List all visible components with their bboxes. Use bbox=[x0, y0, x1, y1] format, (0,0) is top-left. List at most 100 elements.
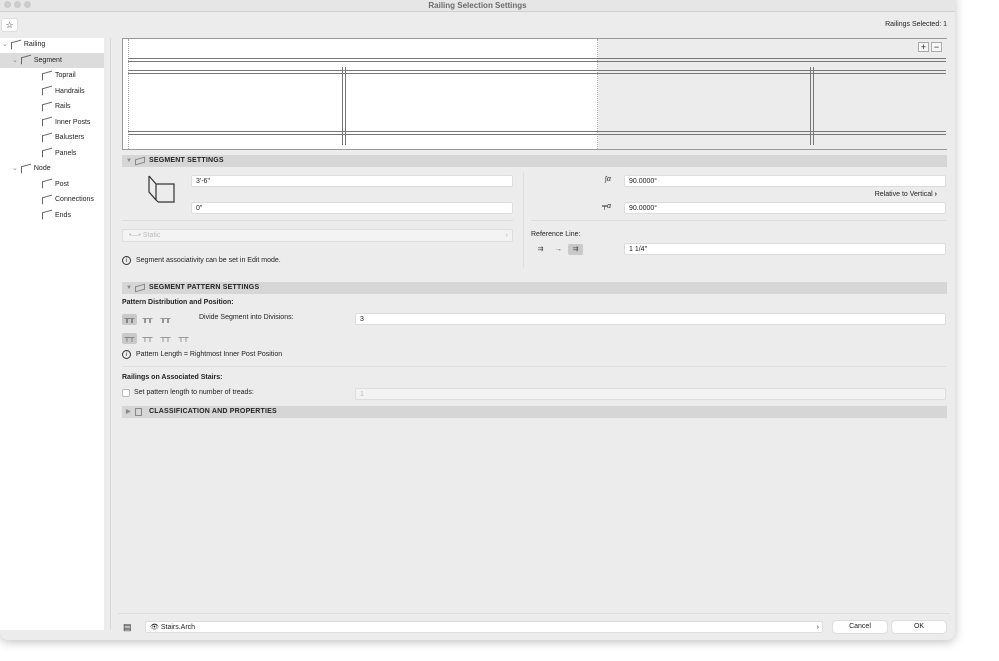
railings-selected-count: Railings Selected: 1 bbox=[885, 21, 947, 28]
stairs-label: Railings on Associated Stairs: bbox=[122, 374, 223, 381]
tree-item-segment[interactable]: ⌄ Segment bbox=[0, 52, 104, 68]
window-title: Railing Selection Settings bbox=[428, 1, 527, 10]
layer-select[interactable]: 👁 Stairs.Arch › bbox=[145, 621, 823, 633]
reference-line-right-button[interactable]: ⇉ bbox=[568, 244, 583, 255]
tree-item-label: Handrails bbox=[55, 87, 85, 95]
chevron-down-icon[interactable]: ⌄ bbox=[12, 165, 18, 172]
post-angle-icon: ╤α bbox=[602, 203, 611, 210]
divisions-input[interactable]: 3 bbox=[355, 313, 946, 325]
classification-header[interactable]: ▶ CLASSIFICATION AND PROPERTIES bbox=[122, 406, 947, 418]
tree-item-label: Railing bbox=[23, 41, 46, 48]
railing-preview[interactable]: + − bbox=[122, 38, 947, 150]
panels-icon bbox=[42, 147, 52, 158]
tree-item-label: Rails bbox=[55, 103, 71, 110]
rails-icon bbox=[42, 101, 52, 111]
height-input[interactable]: 3'-6" bbox=[191, 175, 513, 187]
title-bar: Railing Selection Settings bbox=[0, 0, 955, 12]
post-angle-input[interactable]: 90.0000° bbox=[624, 202, 946, 214]
tree-item-post[interactable]: Post bbox=[0, 177, 104, 192]
tree-item-ends[interactable]: Ends bbox=[0, 208, 104, 223]
height-offset-diagram-icon bbox=[148, 175, 175, 203]
position-start-button[interactable]: ┬┬ bbox=[122, 333, 137, 344]
chevron-right-icon: › bbox=[505, 232, 508, 239]
info-icon: i bbox=[122, 350, 131, 359]
associativity-value: Static bbox=[142, 232, 161, 239]
post-icon bbox=[42, 178, 52, 189]
tree-item-balusters[interactable]: Balusters bbox=[0, 130, 104, 145]
inner-posts-icon bbox=[42, 116, 52, 127]
tree-item-node[interactable]: ⌄ Node bbox=[0, 161, 104, 176]
favorites-button[interactable]: ☆ bbox=[1, 18, 18, 32]
line-arrow-icon: •—• bbox=[129, 232, 143, 239]
collapse-triangle-icon: ▼ bbox=[126, 285, 133, 291]
distribution-length-button[interactable]: ╥╥ bbox=[140, 314, 155, 325]
tree-item-handrails[interactable]: Handrails bbox=[0, 84, 104, 99]
position-middle-button[interactable]: ┬┬ bbox=[158, 333, 173, 344]
treads-checkbox[interactable] bbox=[122, 389, 130, 397]
info-text: Pattern Length = Rightmost Inner Post Po… bbox=[136, 351, 283, 358]
tree-item-label: Panels bbox=[55, 149, 77, 157]
distribution-fixed-button[interactable]: ╥╥ bbox=[122, 314, 137, 325]
reference-line-left-button[interactable]: ⇉ bbox=[533, 244, 548, 255]
toprail-icon bbox=[42, 70, 52, 80]
tree-item-panels[interactable]: Panels bbox=[0, 146, 104, 161]
tree-item-label: Connections bbox=[55, 196, 94, 203]
slope-angle-icon: ∫α bbox=[605, 176, 611, 183]
zoom-out-button[interactable]: − bbox=[931, 42, 942, 52]
zoom-in-button[interactable]: + bbox=[918, 42, 929, 52]
section-title: CLASSIFICATION AND PROPERTIES bbox=[149, 408, 277, 415]
position-end-button[interactable]: ┬┬ bbox=[176, 333, 191, 344]
offset-input[interactable]: 0" bbox=[191, 202, 513, 214]
position-center-button[interactable]: ┬┬ bbox=[140, 333, 155, 344]
section-title: SEGMENT SETTINGS bbox=[149, 157, 224, 164]
divider bbox=[110, 38, 111, 630]
inner-post bbox=[810, 67, 814, 145]
eye-icon: 👁 bbox=[150, 624, 159, 631]
settings-tree: ⌄ Railing ⌄ Segment Toprail Handrails Rails Inn… bbox=[0, 38, 104, 630]
segment-settings-header[interactable]: ▼ SEGMENT SETTINGS bbox=[122, 155, 947, 167]
associativity-info: i Segment associativity can be set in Edi… bbox=[122, 256, 281, 265]
relative-label: Relative to Vertical bbox=[874, 191, 933, 198]
pattern-length-info: i Pattern Length = Rightmost Inner Post P… bbox=[122, 350, 282, 359]
inner-post bbox=[342, 67, 346, 145]
tree-item-rails[interactable]: Rails bbox=[0, 99, 104, 114]
balusters-icon bbox=[42, 132, 52, 142]
tree-item-inner-posts[interactable]: Inner Posts bbox=[0, 115, 104, 130]
bottom-rail-line bbox=[128, 131, 946, 135]
segment-icon bbox=[135, 156, 145, 166]
pattern-icon bbox=[135, 283, 145, 293]
chevron-down-icon[interactable]: ⌄ bbox=[12, 57, 18, 64]
reference-line-center-button[interactable]: → bbox=[551, 244, 566, 255]
connections-icon bbox=[42, 194, 52, 204]
section-title: SEGMENT PATTERN SETTINGS bbox=[149, 284, 260, 291]
chevron-right-icon: › bbox=[934, 191, 937, 198]
pattern-settings-header[interactable]: ▼ SEGMENT PATTERN SETTINGS bbox=[122, 282, 947, 294]
ends-icon bbox=[42, 209, 52, 220]
slope-angle-input[interactable]: 90.0000° bbox=[624, 175, 946, 187]
segment-icon bbox=[20, 54, 31, 65]
tree-item-label: Inner Posts bbox=[55, 118, 91, 126]
chevron-down-icon[interactable]: ⌄ bbox=[2, 41, 8, 48]
tree-item-railing[interactable]: ⌄ Railing bbox=[0, 37, 104, 52]
distribution-label: Pattern Distribution and Position: bbox=[122, 299, 234, 306]
treads-input[interactable]: 1 bbox=[355, 388, 946, 400]
tree-item-label: Post bbox=[55, 180, 70, 188]
info-text: Segment associativity can be set in Edit… bbox=[136, 257, 281, 264]
tree-item-label: Segment bbox=[33, 56, 62, 64]
cancel-button[interactable]: Cancel bbox=[833, 621, 887, 633]
distribution-count-button[interactable]: ╥╥ bbox=[158, 314, 173, 325]
tree-item-toprail[interactable]: Toprail bbox=[0, 68, 104, 83]
star-icon: ☆ bbox=[5, 20, 14, 30]
reference-offset-input[interactable]: 1 1/4" bbox=[624, 243, 946, 255]
tree-item-connections[interactable]: Connections bbox=[0, 192, 104, 207]
associativity-select[interactable]: •—• Static › bbox=[122, 229, 513, 242]
treads-label: Set pattern length to number of treads: bbox=[134, 389, 254, 396]
handrails-icon bbox=[42, 85, 52, 96]
ok-button[interactable]: OK bbox=[892, 621, 946, 633]
handrail-line bbox=[128, 70, 946, 74]
relative-to-vertical-button[interactable]: Relative to Vertical › bbox=[875, 191, 937, 198]
chevron-right-icon: › bbox=[816, 624, 819, 631]
divide-label: Divide Segment into Divisions: bbox=[199, 314, 294, 321]
expand-triangle-icon: ▶ bbox=[126, 409, 131, 415]
tree-item-label: Node bbox=[33, 165, 51, 172]
